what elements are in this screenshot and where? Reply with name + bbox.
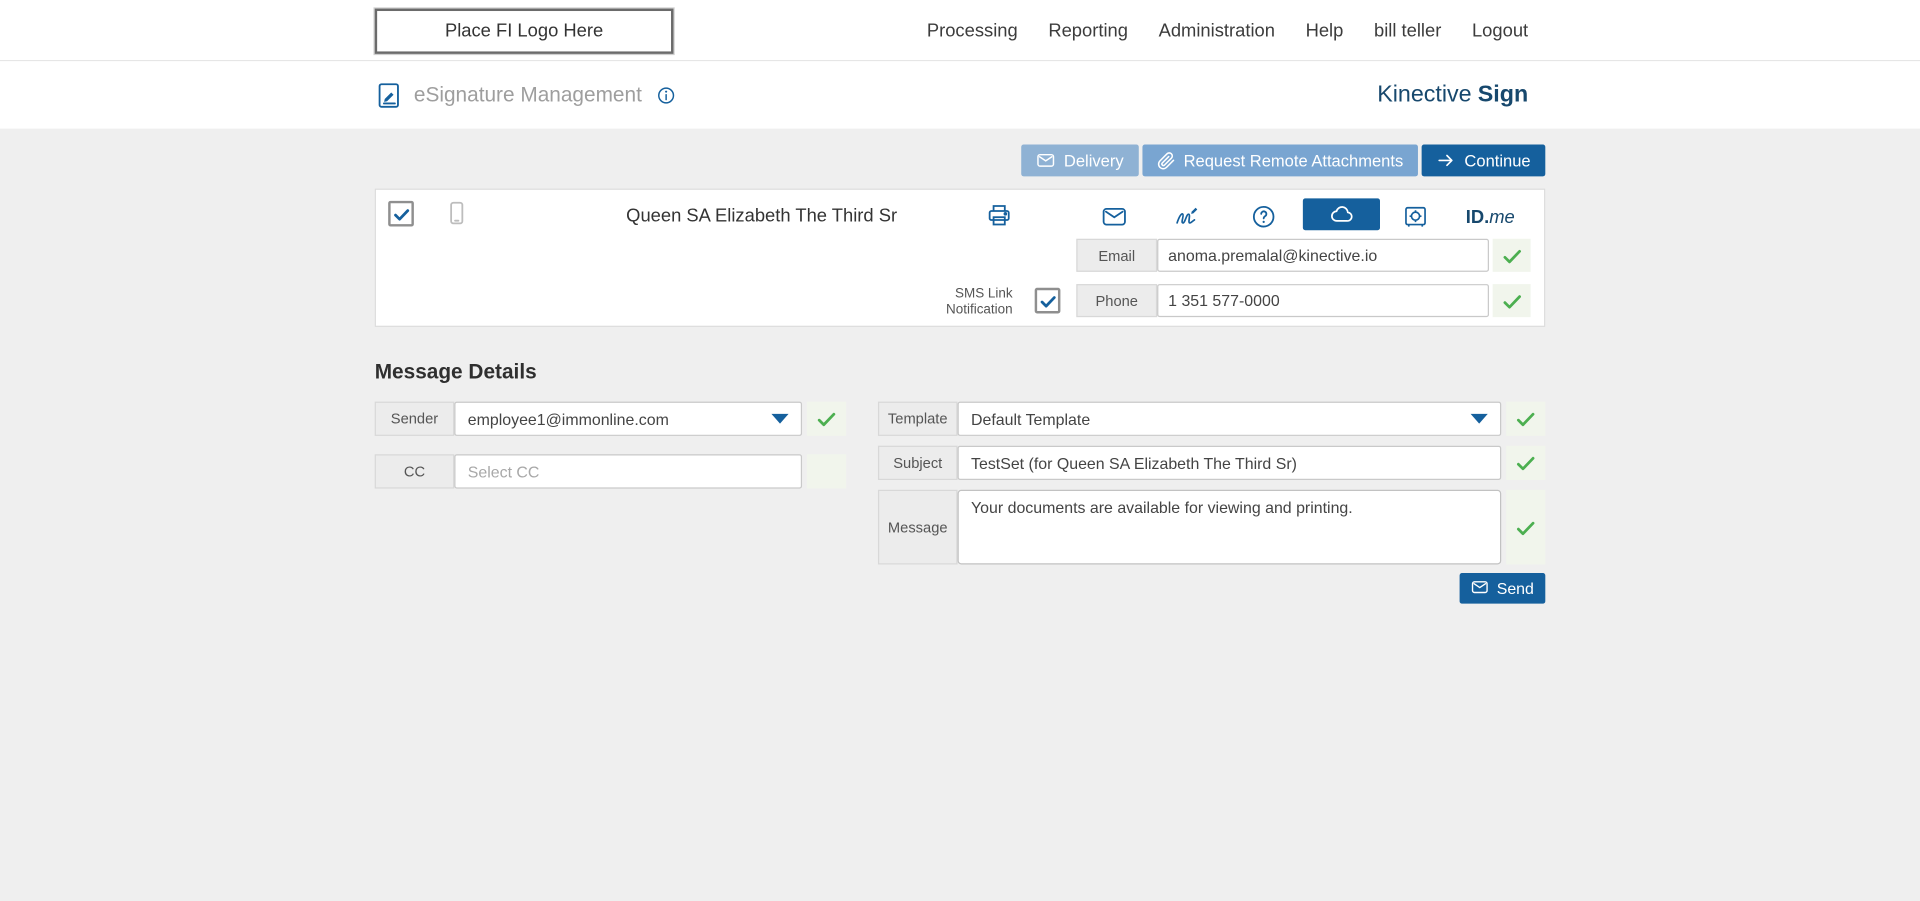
chevron-down-icon: [1470, 413, 1488, 424]
send-envelope-icon: [1471, 577, 1489, 599]
brand-bold: Sign: [1477, 81, 1529, 108]
app-title-group: eSignature Management: [375, 61, 676, 128]
cc-check-placeholder: [806, 454, 847, 489]
nav-administration[interactable]: Administration: [1159, 20, 1275, 41]
template-label: Template: [877, 401, 958, 436]
fi-logo-placeholder: Place FI Logo Here: [374, 8, 674, 54]
top-nav: Processing Reporting Administration Help…: [927, 0, 1528, 61]
vault-icon[interactable]: [1402, 203, 1429, 230]
template-valid-check: [1506, 401, 1546, 436]
email-delivery-icon[interactable]: [1101, 203, 1128, 230]
subject-valid-check: [1506, 445, 1546, 480]
nav-processing[interactable]: Processing: [927, 20, 1018, 41]
top-bar: Place FI Logo Here Processing Reporting …: [0, 0, 1920, 62]
recipient-card: Queen SA Elizabeth The Third Sr ID.me Em…: [374, 188, 1546, 327]
envelope-icon: [1036, 151, 1056, 171]
phone-input[interactable]: [1157, 284, 1489, 318]
message-label: Message: [877, 489, 958, 565]
info-icon[interactable]: [657, 85, 677, 105]
idme-italic: me: [1489, 206, 1515, 228]
arrow-right-icon: [1436, 151, 1456, 171]
phone-label: Phone: [1076, 284, 1158, 318]
nav-user[interactable]: bill teller: [1374, 20, 1441, 41]
idme-bold: ID.: [1465, 206, 1490, 228]
sender-select[interactable]: employee1@immonline.com: [454, 401, 803, 436]
page: Place FI Logo Here Processing Reporting …: [0, 0, 1920, 901]
esignature-document-icon: [375, 80, 404, 109]
cloud-delivery-icon-selected[interactable]: [1302, 198, 1380, 231]
delivery-button-label: Delivery: [1063, 151, 1124, 170]
sms-link-notification-label: SMS Link Notification: [890, 286, 1013, 319]
paperclip-icon: [1157, 151, 1175, 169]
help-circle-icon[interactable]: [1250, 203, 1277, 230]
delivery-button[interactable]: Delivery: [1021, 144, 1139, 177]
print-icon[interactable]: [986, 202, 1013, 229]
sms-label-line2: Notification: [946, 302, 1013, 318]
email-label: Email: [1076, 238, 1158, 272]
fi-logo-text: Place FI Logo Here: [444, 20, 604, 42]
sender-value: employee1@immonline.com: [467, 409, 669, 428]
brand-regular: Kinective: [1377, 81, 1472, 108]
message-row: Message Your documents are available for…: [877, 489, 1546, 565]
kinective-sign-logo: Kinective Sign: [1377, 61, 1528, 128]
page-title: eSignature Management: [413, 82, 642, 106]
message-textarea[interactable]: Your documents are available for viewing…: [957, 489, 1502, 565]
send-button-label: Send: [1496, 579, 1534, 598]
sub-header: eSignature Management Kinective Sign: [0, 61, 1920, 129]
continue-button[interactable]: Continue: [1421, 144, 1546, 177]
nav-logout[interactable]: Logout: [1472, 20, 1528, 41]
mobile-device-icon: [443, 200, 470, 227]
nav-reporting[interactable]: Reporting: [1048, 20, 1128, 41]
idme-icon[interactable]: ID.me: [1466, 207, 1515, 228]
message-details-heading: Message Details: [374, 360, 537, 384]
template-select[interactable]: Default Template: [957, 401, 1502, 436]
sms-label-line1: SMS Link: [955, 286, 1013, 302]
sender-row: Sender employee1@immonline.com: [374, 401, 847, 436]
email-valid-check: [1492, 238, 1531, 272]
cc-label: CC: [374, 454, 455, 489]
sender-label: Sender: [374, 401, 455, 436]
template-value: Default Template: [971, 409, 1091, 428]
cc-row: CC: [374, 454, 847, 489]
chevron-down-icon: [771, 413, 789, 424]
recipient-checkbox[interactable]: [388, 200, 414, 227]
message-valid-check: [1506, 489, 1546, 565]
subject-row: Subject: [877, 445, 1546, 480]
sender-valid-check: [806, 401, 847, 436]
subject-label: Subject: [877, 445, 958, 480]
sms-notification-checkbox[interactable]: [1034, 287, 1061, 314]
template-row: Template Default Template: [877, 401, 1546, 436]
actions-row: Delivery Request Remote Attachments Cont…: [1021, 144, 1546, 177]
request-remote-attachments-label: Request Remote Attachments: [1183, 151, 1404, 170]
subject-input[interactable]: [957, 445, 1502, 480]
continue-button-label: Continue: [1464, 151, 1531, 170]
nav-help[interactable]: Help: [1306, 20, 1344, 41]
phone-valid-check: [1492, 284, 1531, 318]
request-remote-attachments-button[interactable]: Request Remote Attachments: [1141, 144, 1418, 177]
cc-input[interactable]: [454, 454, 803, 489]
signature-icon[interactable]: [1174, 203, 1201, 230]
recipient-name: Queen SA Elizabeth The Third Sr: [626, 205, 898, 227]
send-button[interactable]: Send: [1459, 573, 1546, 604]
email-input[interactable]: [1157, 238, 1489, 272]
